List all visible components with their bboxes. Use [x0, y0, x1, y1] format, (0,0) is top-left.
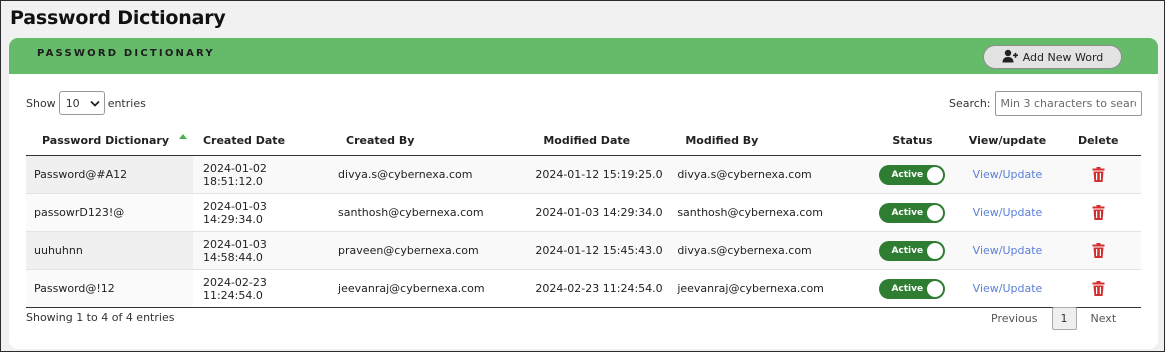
next-page-button[interactable]: Next: [1091, 312, 1117, 325]
modified-by-cell: divya.s@cybernexa.com: [667, 155, 866, 194]
status-cell: Active: [865, 193, 960, 232]
column-header-created-by[interactable]: Created By: [328, 126, 526, 156]
table-row: uuhuhnn 2024-01-03 14:58:44.0 praveen@cy…: [26, 231, 1141, 270]
show-label: Show: [26, 96, 56, 110]
created-by-cell: jeevanraj@cybernexa.com: [328, 269, 526, 308]
status-toggle-label: Active: [891, 245, 924, 256]
view-update-link[interactable]: View/Update: [973, 244, 1043, 257]
search-input[interactable]: [994, 91, 1142, 116]
modified-date-cell: 2024-01-12 15:19:25.0: [525, 155, 668, 194]
add-new-word-button[interactable]: Add New Word: [983, 45, 1122, 69]
table-row: passowrD123!@ 2024-01-03 14:29:34.0 sant…: [26, 193, 1141, 232]
search-control: Search:: [949, 91, 1142, 116]
created-date-cell: 2024-02-23 11:24:54.0: [192, 269, 329, 308]
toggle-knob: [927, 242, 944, 259]
delete-cell: [1055, 231, 1141, 270]
card-header: PASSWORD DICTIONARY Add New Word: [9, 38, 1158, 74]
column-header-modified-date[interactable]: Modified Date: [525, 126, 668, 156]
created-date-cell: 2024-01-02 18:51:12.0: [192, 155, 329, 194]
column-header-delete[interactable]: Delete: [1055, 126, 1141, 156]
created-date-cell: 2024-01-03 14:58:44.0: [192, 231, 329, 270]
delete-cell: [1055, 155, 1141, 194]
table-row: Password@!12 2024-02-23 11:24:54.0 jeeva…: [26, 269, 1141, 308]
status-cell: Active: [865, 269, 960, 308]
table-info: Showing 1 to 4 of 4 entries: [26, 311, 175, 324]
view-update-cell: View/Update: [959, 231, 1056, 270]
previous-page-button[interactable]: Previous: [991, 312, 1038, 325]
created-date-cell: 2024-01-03 14:29:34.0: [192, 193, 329, 232]
modified-by-cell: divya.s@cybernexa.com: [667, 231, 866, 270]
sort-ascending-icon: [179, 134, 187, 139]
add-new-word-label: Add New Word: [1022, 50, 1104, 64]
created-by-cell: praveen@cybernexa.com: [328, 231, 526, 270]
pagination: Previous 1 Next: [991, 307, 1116, 330]
status-toggle[interactable]: Active: [879, 202, 946, 223]
toggle-knob: [927, 204, 944, 221]
chevron-down-icon: [90, 97, 100, 110]
password-word-cell: Password@#A12: [26, 155, 193, 194]
column-header-modified-by[interactable]: Modified By: [667, 126, 866, 156]
password-word-cell: passowrD123!@: [26, 193, 193, 232]
page-1-button[interactable]: 1: [1051, 307, 1077, 330]
dictionary-card: PASSWORD DICTIONARY Add New Word Show 10: [9, 38, 1158, 349]
modified-date-cell: 2024-01-12 15:45:43.0: [525, 231, 668, 270]
toggle-knob: [927, 280, 944, 297]
modified-by-cell: santhosh@cybernexa.com: [667, 193, 866, 232]
entries-select[interactable]: 10: [58, 91, 105, 115]
table-header-row: Password Dictionary Created Date Created…: [26, 126, 1141, 156]
column-header-view-update[interactable]: View/update: [959, 126, 1056, 156]
password-word-cell: Password@!12: [26, 269, 193, 308]
created-by-cell: santhosh@cybernexa.com: [328, 193, 526, 232]
column-header-created-date[interactable]: Created Date: [192, 126, 329, 156]
view-update-link[interactable]: View/Update: [973, 206, 1043, 219]
trash-icon[interactable]: [1092, 167, 1105, 182]
app-window: Password Dictionary PASSWORD DICTIONARY …: [0, 0, 1165, 352]
entries-label: entries: [107, 96, 146, 110]
modified-by-cell: jeevanraj@cybernexa.com: [667, 269, 866, 308]
status-toggle-label: Active: [891, 207, 924, 218]
column-header-status[interactable]: Status: [865, 126, 960, 156]
created-by-cell: divya.s@cybernexa.com: [328, 155, 526, 194]
dictionary-table: Password Dictionary Created Date Created…: [26, 126, 1141, 308]
entries-length-control: Show 10 entries: [26, 91, 146, 115]
user-plus-icon: [1002, 49, 1018, 66]
delete-cell: [1055, 269, 1141, 308]
column-header-password-dictionary[interactable]: Password Dictionary: [26, 126, 193, 156]
password-word-cell: uuhuhnn: [26, 231, 193, 270]
table-row: Password@#A12 2024-01-02 18:51:12.0 divy…: [26, 155, 1141, 194]
status-toggle[interactable]: Active: [879, 278, 946, 299]
view-update-cell: View/Update: [959, 269, 1056, 308]
status-toggle[interactable]: Active: [879, 164, 946, 185]
view-update-cell: View/Update: [959, 193, 1056, 232]
view-update-cell: View/Update: [959, 155, 1056, 194]
modified-date-cell: 2024-01-03 14:29:34.0: [525, 193, 668, 232]
view-update-link[interactable]: View/Update: [973, 168, 1043, 181]
status-toggle-label: Active: [891, 169, 924, 180]
view-update-link[interactable]: View/Update: [973, 282, 1043, 295]
modified-date-cell: 2024-02-23 11:24:54.0: [525, 269, 668, 308]
card-header-title: PASSWORD DICTIONARY: [37, 48, 215, 59]
status-toggle-label: Active: [891, 283, 924, 294]
search-label: Search:: [949, 97, 991, 110]
page-title: Password Dictionary: [10, 7, 226, 29]
status-cell: Active: [865, 155, 960, 194]
trash-icon[interactable]: [1092, 205, 1105, 220]
delete-cell: [1055, 193, 1141, 232]
entries-select-value: 10: [65, 96, 80, 110]
status-cell: Active: [865, 231, 960, 270]
trash-icon[interactable]: [1092, 243, 1105, 258]
status-toggle[interactable]: Active: [879, 240, 946, 261]
toggle-knob: [927, 166, 944, 183]
trash-icon[interactable]: [1092, 281, 1105, 296]
